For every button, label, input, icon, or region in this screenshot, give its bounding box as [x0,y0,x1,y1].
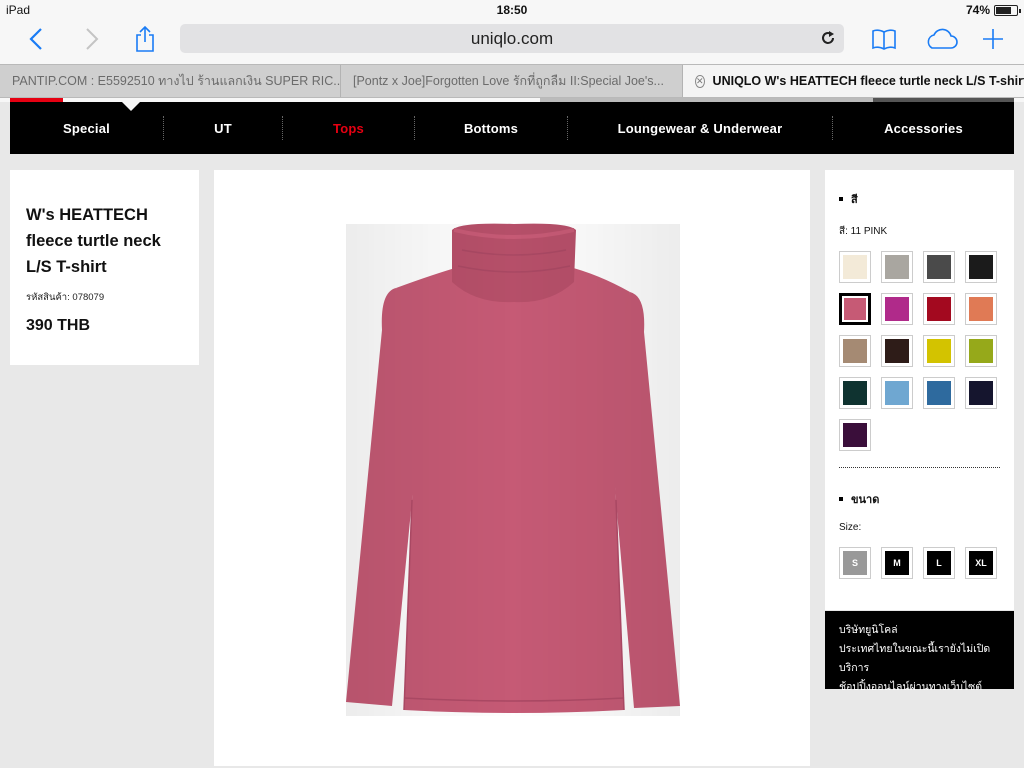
color-swatch[interactable] [881,293,913,325]
bookmarks-button[interactable] [870,24,898,54]
product-info: W's HEATTECH fleece turtle neck L/S T-sh… [10,170,199,365]
notice-line: บริษัทยูนิโคล่ [839,624,898,636]
online-shopping-notice: บริษัทยูนิโคล่ ประเทศไทยในขณะนี้เรายังไม… [825,611,1014,693]
nav-ut[interactable]: UT [164,102,282,154]
size-m-button[interactable]: M [881,547,913,579]
color-swatch[interactable] [881,335,913,367]
color-swatch[interactable] [839,251,871,283]
share-button[interactable] [132,24,158,54]
color-swatch[interactable] [923,293,955,325]
cloud-icon [927,28,958,49]
size-s-button[interactable]: S [839,547,871,579]
color-swatch[interactable] [923,377,955,409]
color-swatch[interactable] [839,293,871,325]
size-heading: ขนาด [839,490,1000,508]
new-tab-button[interactable] [980,24,1006,54]
size-label: Size: [839,522,862,533]
options-panel: สี สี: 11 PINK ขนาด Size: S M L XL [825,170,1014,610]
product-title: W's HEATTECH fleece turtle neck L/S T-sh… [26,206,161,276]
forward-button[interactable] [80,24,104,54]
status-bar: iPad 18:50 74% [0,0,1024,20]
battery-percent: 74% [965,3,990,17]
color-swatch[interactable] [839,377,871,409]
color-swatches [839,251,1000,451]
product-price: 390 THB [26,317,91,334]
color-swatch[interactable] [839,419,871,451]
color-swatch[interactable] [965,251,997,283]
color-swatch[interactable] [839,335,871,367]
tab-pontz[interactable]: [Pontz x Joe]Forgotten Love รักที่ถูกลืม… [341,65,683,97]
nav-special[interactable]: Special [10,102,163,154]
reload-button[interactable] [818,28,838,48]
book-icon [872,29,896,50]
tab-label: PANTIP.COM : E5592510 ทางไป ร้านแลกเงิน … [12,74,341,88]
size-options: S M L XL [839,547,1000,579]
size-xl-button[interactable]: XL [965,547,997,579]
color-swatch[interactable] [881,377,913,409]
battery-icon [994,5,1021,16]
product-code: รหัสสินค้า: 078079 [26,292,105,303]
plus-icon [983,29,1003,49]
address-bar[interactable]: uniqlo.com [180,24,844,53]
chevron-left-icon [29,28,42,50]
color-swatch[interactable] [923,335,955,367]
divider [839,467,1000,468]
icloud-tabs-button[interactable] [922,24,960,54]
size-l-button[interactable]: L [923,547,955,579]
notice-line: ช้อปปิ้งออนไลน์ผ่านทางเว็บไซต์ [839,681,983,693]
tab-label: UNIQLO W's HEATTECH fleece turtle neck L… [712,74,1024,88]
category-nav: Special UT Tops Bottoms Loungewear & Und… [10,102,1014,154]
nav-loungewear[interactable]: Loungewear & Underwear [568,102,832,154]
clock: 18:50 [496,3,528,17]
color-swatch[interactable] [881,251,913,283]
nav-accessories[interactable]: Accessories [833,102,1014,154]
close-tab-icon[interactable]: ✕ [695,74,705,88]
tab-uniqlo[interactable]: ✕ UNIQLO W's HEATTECH fleece turtle neck… [683,65,1024,97]
tab-label: [Pontz x Joe]Forgotten Love รักที่ถูกลืม… [353,74,664,88]
color-swatch[interactable] [965,335,997,367]
nav-tops[interactable]: Tops [283,102,414,154]
selected-color-label: สี: 11 PINK [839,226,888,237]
back-button[interactable] [24,24,48,54]
share-icon [136,25,154,52]
product-image [214,170,810,766]
chevron-right-icon [86,28,99,50]
url-text: uniqlo.com [470,28,554,48]
notice-line: ประเทศไทยในขณะนี้เรายังไม่เปิดบริการ [839,643,991,674]
nav-bottoms[interactable]: Bottoms [415,102,567,154]
browser-toolbar: iPad 18:50 74% uniqlo.com [0,0,1024,64]
color-swatch[interactable] [965,293,997,325]
color-heading: สี [839,190,1000,208]
color-swatch[interactable] [923,251,955,283]
color-swatch[interactable] [965,377,997,409]
active-section-caret [122,102,140,111]
reload-icon [822,31,834,44]
tab-pantip[interactable]: PANTIP.COM : E5592510 ทางไป ร้านแลกเงิน … [0,65,341,97]
tab-bar: PANTIP.COM : E5592510 ทางไป ร้านแลกเงิน … [0,64,1024,98]
turtleneck-shirt-image [346,223,680,716]
